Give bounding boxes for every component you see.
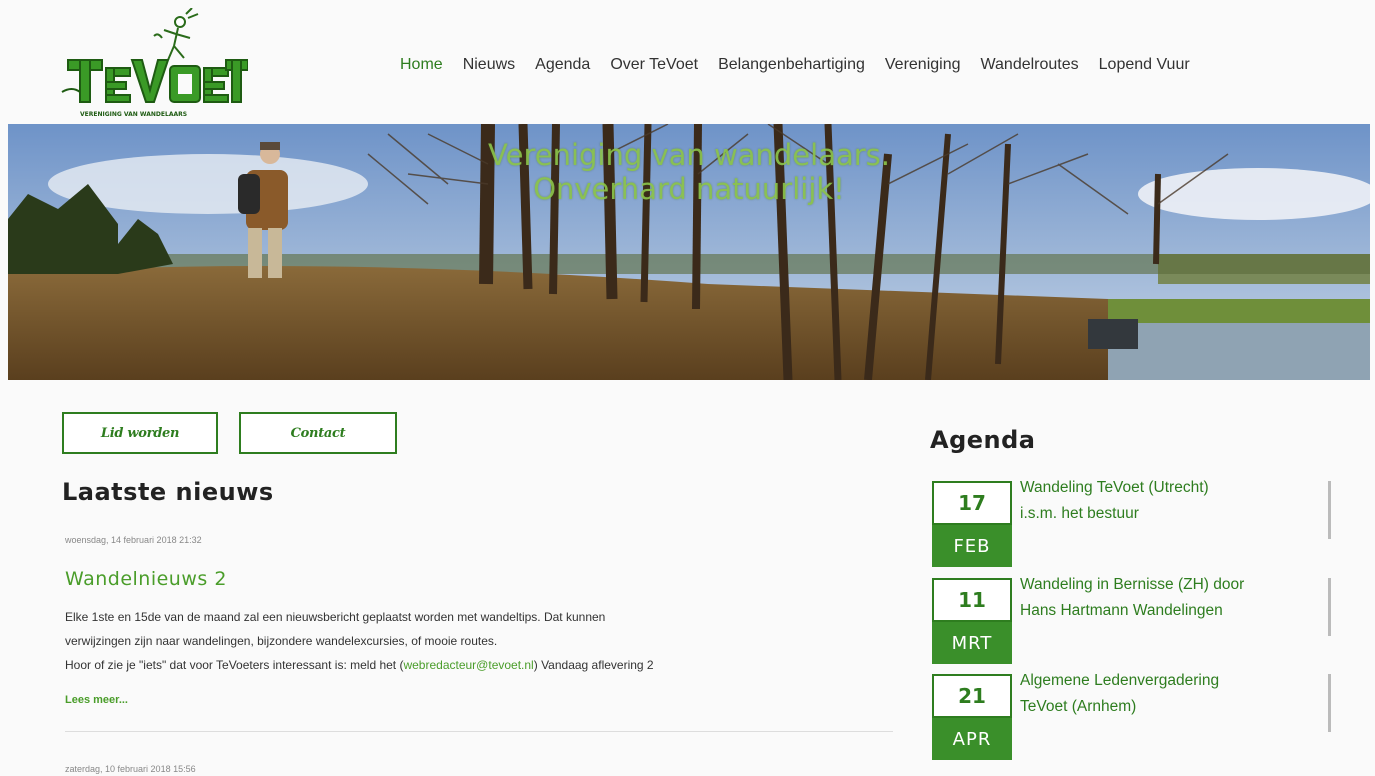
agenda-event-title[interactable]: Wandeling in Bernisse (ZH) door Hans Har… (1020, 572, 1320, 624)
agenda-event-line-2: Hans Hartmann Wandelingen (1020, 602, 1223, 619)
nav-item-wandelroutes[interactable]: Wandelroutes (981, 56, 1079, 74)
agenda-event-line-2: TeVoet (Arnhem) (1020, 698, 1137, 715)
agenda-item[interactable]: 21 APR Algemene Ledenvergadering TeVoet … (932, 672, 1332, 764)
agenda-day: 21 (932, 674, 1012, 718)
hero-banner: Vereniging van wandelaars. Onverhard nat… (8, 124, 1370, 380)
nav-item-belangenbehartiging[interactable]: Belangenbehartiging (718, 56, 865, 74)
news-title-link[interactable]: Wandelnieuws 2 (65, 568, 227, 590)
agenda-title: Agenda (930, 426, 1036, 454)
agenda-event-line-1: Wandeling TeVoet (Utrecht) (1020, 479, 1209, 496)
nav-item-lopend-vuur[interactable]: Lopend Vuur (1099, 56, 1190, 74)
news-date: woensdag, 14 februari 2018 21:32 (65, 535, 202, 545)
news-body: Elke 1ste en 15de van de maand zal een n… (65, 605, 895, 677)
news-body-line-3-post: ) Vandaag aflevering 2 (533, 658, 654, 672)
nav-item-home[interactable]: Home (400, 56, 443, 74)
news-divider (65, 731, 893, 732)
agenda-item-bar (1328, 674, 1331, 732)
nav-item-over-tevoet[interactable]: Over TeVoet (610, 56, 698, 74)
agenda-event-line-1: Algemene Ledenvergadering (1020, 672, 1220, 689)
agenda-item-bar (1328, 578, 1331, 636)
news-body-line-3-pre: Hoor of zie je "iets" dat voor TeVoeters… (65, 658, 404, 672)
logo-icon: VERENIGING VAN WANDELAARS (61, 7, 249, 118)
hero-tagline: Vereniging van wandelaars. Onverhard nat… (8, 138, 1370, 206)
agenda-day: 17 (932, 481, 1012, 525)
tagline-line-2: Onverhard natuurlijk! (533, 172, 845, 206)
news-body-line-1: Elke 1ste en 15de van de maand zal een n… (65, 610, 606, 624)
agenda-event-title[interactable]: Wandeling TeVoet (Utrecht) i.s.m. het be… (1020, 475, 1320, 527)
main-nav: Home Nieuws Agenda Over TeVoet Belangenb… (400, 56, 1190, 74)
agenda-event-line-1: Wandeling in Bernisse (ZH) door (1020, 576, 1245, 593)
join-button[interactable]: Lid worden (62, 412, 218, 454)
news-body-line-3: Hoor of zie je "iets" dat voor TeVoeters… (65, 653, 895, 677)
agenda-event-title[interactable]: Algemene Ledenvergadering TeVoet (Arnhem… (1020, 668, 1320, 720)
agenda-event-line-2: i.s.m. het bestuur (1020, 505, 1139, 522)
agenda-item[interactable]: 17 FEB Wandeling TeVoet (Utrecht) i.s.m.… (932, 479, 1332, 571)
agenda-month: APR (932, 718, 1012, 760)
email-link[interactable]: webredacteur@tevoet.nl (403, 658, 533, 672)
nav-item-nieuws[interactable]: Nieuws (463, 56, 515, 74)
tagline-line-1: Vereniging van wandelaars. (488, 138, 890, 172)
agenda-date-badge: 11 MRT (932, 578, 1012, 664)
tevoet-logo[interactable]: VERENIGING VAN WANDELAARS (58, 7, 249, 120)
agenda-day: 11 (932, 578, 1012, 622)
agenda-item-bar (1328, 481, 1331, 539)
agenda-date-badge: 17 FEB (932, 481, 1012, 567)
agenda-month: MRT (932, 622, 1012, 664)
news-body-line-2: verwijzingen zijn naar wandelingen, bijz… (65, 634, 498, 648)
site-header: VERENIGING VAN WANDELAARS Home Nieuws Ag… (0, 0, 1375, 124)
nav-item-vereniging[interactable]: Vereniging (885, 56, 961, 74)
nav-item-agenda[interactable]: Agenda (535, 56, 590, 74)
news-section-title: Laatste nieuws (62, 478, 274, 506)
news-date-second: zaterdag, 10 februari 2018 15:56 (65, 764, 196, 774)
logo-subtitle: VERENIGING VAN WANDELAARS (80, 111, 187, 118)
agenda-month: FEB (932, 525, 1012, 567)
agenda-item[interactable]: 11 MRT Wandeling in Bernisse (ZH) door H… (932, 576, 1332, 668)
contact-button[interactable]: Contact (239, 412, 397, 454)
read-more-link[interactable]: Lees meer... (65, 694, 128, 706)
agenda-date-badge: 21 APR (932, 674, 1012, 760)
